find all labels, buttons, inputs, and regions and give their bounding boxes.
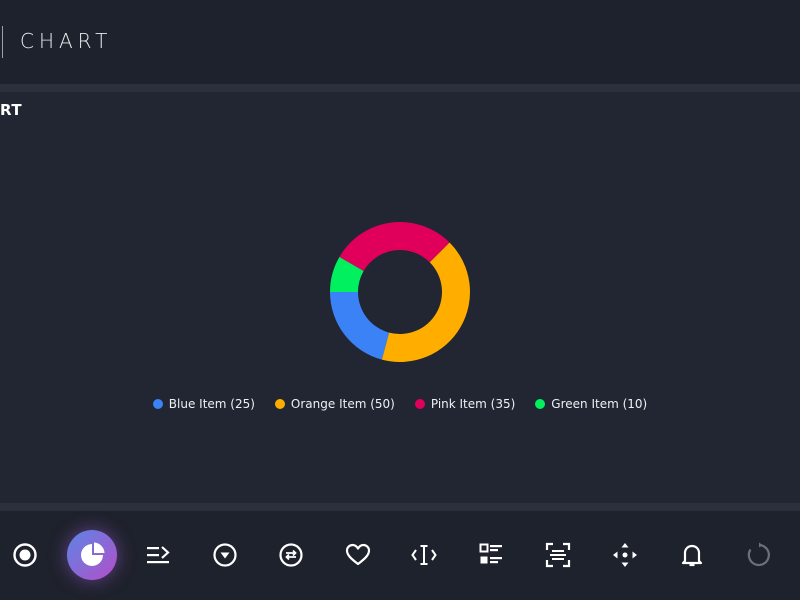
chart-legend: Blue Item (25) Orange Item (50) Pink Item …: [0, 394, 800, 414]
dropdown-circle-icon: [213, 543, 237, 567]
bell-icon: [681, 544, 703, 567]
legend-item-blue-item[interactable]: Blue Item (25): [152, 397, 255, 411]
legend-label: Pink Item (35): [430, 397, 516, 411]
legend-item-pink-item[interactable]: Pink Item (35): [414, 397, 516, 411]
toolbar-item-radio[interactable]: [3, 533, 47, 577]
legend-label: Green Item (10): [551, 397, 648, 411]
move-arrows-icon: [613, 543, 637, 567]
list-arrow-icon: [147, 546, 170, 564]
legend-dot: [274, 399, 285, 409]
legend-dot: [152, 399, 163, 409]
toolbar-item-swap[interactable]: [269, 533, 313, 577]
donut-slice-orange-item[interactable]: [381, 242, 470, 362]
legend-label: Blue Item (25): [168, 397, 255, 411]
legend-dot: [414, 399, 425, 409]
toolbar-item-text-cursor[interactable]: [402, 533, 446, 577]
pie-chart-icon: [81, 542, 105, 566]
refresh-icon: [747, 542, 770, 567]
legend-dot: [535, 399, 546, 409]
toolbar-item-list-arrow[interactable]: [136, 533, 180, 577]
toolbar-item-pie-chart[interactable]: [67, 530, 117, 580]
page-title: CHART: [20, 29, 113, 53]
donut-slice-blue-item[interactable]: [330, 292, 390, 360]
toolbar-item-scan-text[interactable]: [536, 533, 580, 577]
legend-item-green-item[interactable]: Green Item (10): [535, 397, 647, 411]
text-cursor-icon: [411, 545, 437, 565]
toolbar-item-heart[interactable]: [336, 533, 380, 577]
top-separator: [0, 84, 800, 92]
donut-chart: [330, 222, 470, 362]
bottom-separator: [0, 503, 800, 511]
header-bar: CHART: [0, 0, 800, 84]
toolbar-item-move[interactable]: [603, 533, 647, 577]
radio-button-icon: [13, 543, 37, 567]
header-divider: [2, 26, 3, 58]
toolbar-item-refresh[interactable]: [737, 533, 781, 577]
legend-item-orange-item[interactable]: Orange Item (50): [274, 397, 395, 411]
panel-title: RT: [0, 101, 23, 119]
toolbar-item-dropdown[interactable]: [203, 533, 247, 577]
toolbar-item-list-checkbox[interactable]: [469, 533, 513, 577]
scan-text-icon: [545, 542, 571, 568]
heart-icon: [345, 543, 371, 566]
swap-circle-icon: [279, 543, 303, 567]
list-checkbox-icon: [479, 543, 502, 564]
toolbar-item-notifications[interactable]: [670, 533, 714, 577]
legend-label: Orange Item (50): [290, 397, 395, 411]
